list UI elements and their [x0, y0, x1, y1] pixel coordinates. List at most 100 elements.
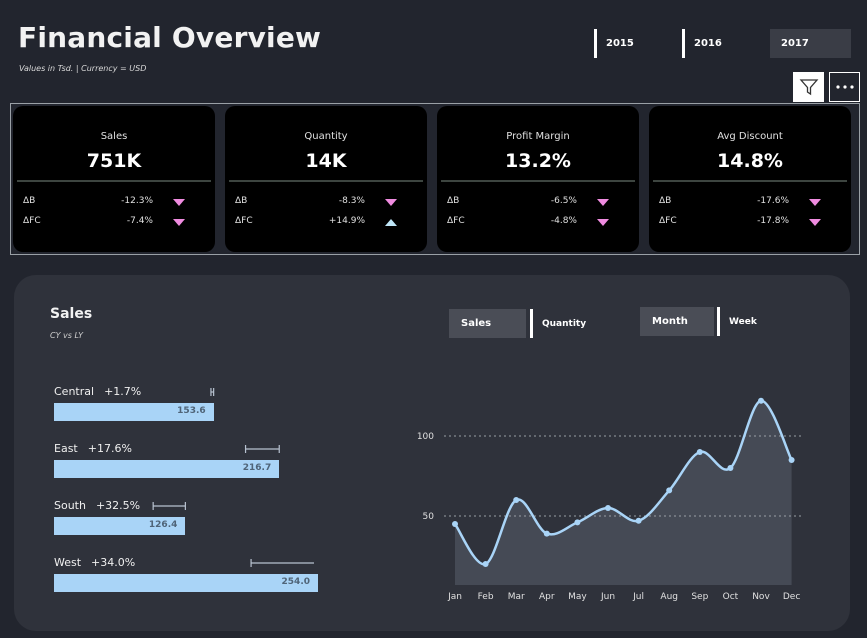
x-tick-label: Apr — [539, 592, 555, 602]
triangle-down-icon — [173, 219, 185, 229]
x-tick-label: Oct — [723, 592, 739, 602]
x-tick-label: Jul — [632, 592, 644, 602]
x-tick-label: Sep — [691, 592, 708, 602]
year-button-2016[interactable]: 2016 — [682, 29, 762, 58]
kpi-card: Profit Margin 13.2% ΔB -6.5% ΔFC -4.8% — [437, 106, 639, 252]
region-bar-value: 254.0 — [281, 577, 310, 587]
year-label: 2015 — [606, 38, 634, 49]
sales-point — [696, 449, 703, 455]
region-bar[interactable]: 126.4 — [54, 517, 186, 535]
kpi-delta-value: +14.9% — [328, 216, 365, 226]
kpi-name: Sales — [100, 131, 128, 142]
region-variance-marker — [210, 388, 215, 396]
kpi-divider — [441, 180, 635, 182]
x-tick-label: Jun — [600, 592, 615, 602]
kpi-delta-label: ΔFC — [23, 216, 41, 226]
kpi-value: 14K — [305, 150, 347, 172]
region-bar[interactable]: 254.0 — [54, 574, 318, 592]
region-bar-value: 126.4 — [148, 520, 178, 530]
x-tick-label: Mar — [508, 592, 525, 602]
sales-point — [758, 397, 764, 404]
kpi-name: Quantity — [304, 131, 348, 142]
kpi-name: Avg Discount — [717, 131, 783, 142]
sales-point — [482, 561, 489, 567]
kpi-divider — [17, 180, 211, 182]
year-divider — [594, 29, 597, 58]
kpi-delta-label: ΔB — [23, 196, 36, 206]
kpi-delta-row: ΔFC -4.8% — [447, 216, 617, 230]
kpi-value: 13.2% — [505, 150, 571, 172]
filter-icon — [799, 79, 818, 96]
triangle-down-icon — [173, 199, 185, 209]
kpi-delta-value: -8.3% — [338, 196, 365, 206]
y-tick-label: 50 — [423, 512, 435, 522]
region-variance-marker — [244, 445, 280, 453]
kpi-value: 14.8% — [717, 150, 783, 172]
x-tick-label: May — [568, 592, 587, 602]
kpi-delta-row: ΔFC -17.8% — [659, 216, 829, 230]
x-tick-label: Nov — [752, 592, 770, 602]
more-options-icon — [835, 85, 854, 89]
kpi-divider — [653, 180, 847, 182]
x-tick-label: Dec — [783, 592, 800, 602]
kpi-delta-label: ΔB — [447, 196, 460, 206]
sales-point — [513, 497, 520, 503]
page-subtitle: Values in Tsd. | Currency = USD — [19, 64, 147, 73]
triangle-up-icon — [385, 219, 397, 229]
sales-area — [455, 400, 792, 585]
kpi-delta-label: ΔB — [235, 196, 248, 206]
sales-panel-title: Sales — [50, 306, 93, 322]
triangle-down-icon — [597, 219, 609, 229]
region-bar-value: 153.6 — [177, 406, 206, 416]
region-variance-marker — [250, 559, 314, 567]
page-title: Financial Overview — [18, 21, 322, 54]
kpi-delta-row: ΔB -8.3% — [235, 196, 405, 210]
year-label: 2016 — [694, 38, 722, 49]
kpi-name: Profit Margin — [506, 131, 570, 142]
kpi-delta-label: ΔFC — [659, 216, 677, 226]
sales-panel-subtitle: CY vs LY — [50, 331, 84, 340]
kpi-card: Avg Discount 14.8% ΔB -17.6% ΔFC -17.8% — [649, 106, 851, 252]
kpi-delta-label: ΔB — [659, 196, 672, 206]
sales-point — [666, 487, 673, 494]
kpi-delta-value: -12.3% — [121, 196, 153, 206]
kpi-delta-value: -6.5% — [550, 196, 577, 206]
sales-point — [727, 465, 734, 471]
kpi-delta-row: ΔB -12.3% — [23, 196, 193, 210]
kpi-delta-value: -4.8% — [550, 216, 577, 226]
kpi-cards: Sales 751K ΔB -12.3% ΔFC -7.4% Quantity 14K ΔB -8… — [10, 103, 860, 255]
x-tick-label: Feb — [478, 592, 494, 602]
sales-point — [574, 519, 581, 526]
kpi-card: Quantity 14K ΔB -8.3% ΔFC +14.9% — [225, 106, 427, 252]
year-button-2015[interactable]: 2015 — [594, 29, 674, 58]
sales-point — [635, 517, 642, 524]
kpi-delta-row: ΔB -17.6% — [659, 196, 829, 210]
x-tick-label: Jan — [447, 592, 462, 602]
kpi-delta-value: -17.6% — [757, 196, 789, 206]
region-bar[interactable]: 153.6 — [54, 403, 214, 421]
filter-button[interactable] — [793, 72, 824, 102]
kpi-delta-value: -7.4% — [126, 216, 153, 226]
year-label: 2017 — [781, 38, 809, 49]
sales-point — [788, 457, 795, 463]
year-divider — [682, 29, 685, 58]
kpi-delta-value: -17.8% — [757, 216, 789, 226]
kpi-delta-row: ΔFC +14.9% — [235, 216, 405, 230]
kpi-card: Sales 751K ΔB -12.3% ΔFC -7.4% — [13, 106, 215, 252]
kpi-divider — [229, 180, 423, 182]
triangle-down-icon — [597, 199, 609, 209]
monthly-sales-chart: 100 50 Jan Feb Mar Apr May Jun Jul Aug Sep Oct Nov De… — [417, 397, 804, 602]
sales-point — [605, 505, 611, 511]
more-options-button[interactable] — [829, 72, 860, 102]
kpi-value: 751K — [86, 150, 142, 172]
y-tick-label: 100 — [417, 432, 434, 442]
region-variance-marker — [152, 502, 186, 510]
triangle-down-icon — [809, 219, 821, 229]
kpi-delta-row: ΔFC -7.4% — [23, 216, 193, 230]
sales-panel: Sales CY vs LY Sales Quantity Month Week… — [14, 275, 850, 631]
region-bar-value: 216.7 — [242, 463, 272, 473]
region-bar[interactable]: 216.7 — [54, 460, 280, 478]
sales-point — [452, 521, 458, 527]
year-button-2017[interactable]: 2017 — [770, 29, 851, 58]
kpi-delta-label: ΔFC — [447, 216, 465, 226]
